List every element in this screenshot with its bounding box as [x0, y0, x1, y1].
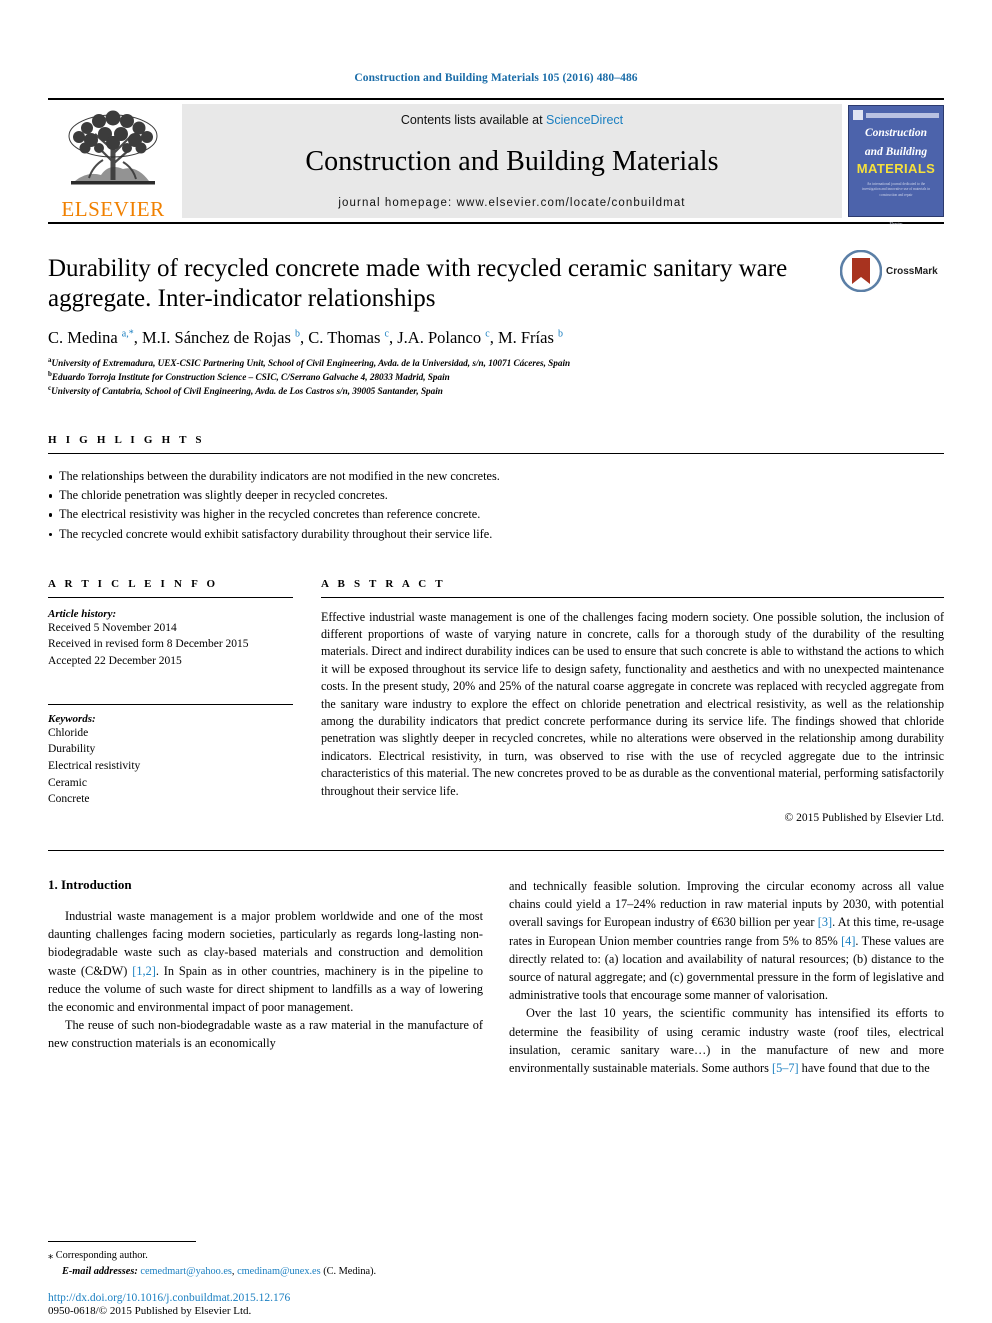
highlights-list: The relationships between the durability…: [48, 467, 944, 543]
list-item: The chloride penetration was slightly de…: [48, 486, 944, 505]
issn-copyright-line: 0950-0618/© 2015 Published by Elsevier L…: [48, 1305, 252, 1317]
keyword-item: Ceramic: [48, 776, 87, 789]
affiliation-list: aUniversity of Extremadura, UEX-CSIC Par…: [48, 356, 944, 398]
article-info-column: A R T I C L E I N F O Article history: R…: [48, 578, 293, 824]
affiliation-c-text: University of Cantabria, School of Civil…: [51, 386, 443, 397]
email-note: E-mail addresses: cemedmart@yahoo.es, cm…: [48, 1264, 480, 1279]
keywords-label: Keywords:: [48, 712, 96, 725]
email-owner: (C. Medina).: [323, 1265, 377, 1277]
title-block: CrossMark Durability of recycled concret…: [48, 249, 944, 398]
cover-topbar: [853, 110, 939, 120]
keywords-block: Keywords: Chloride Durability Electrical…: [48, 703, 293, 808]
paragraph: Industrial waste management is a major p…: [48, 909, 483, 1014]
keyword-item: Concrete: [48, 793, 90, 806]
list-item: The recycled concrete would exhibit sati…: [48, 525, 944, 544]
highlights-section: H I G H L I G H T S The relationships be…: [48, 434, 944, 543]
paper-page: Construction and Building Materials 105 …: [0, 0, 992, 1323]
doi-link[interactable]: http://dx.doi.org/10.1016/j.conbuildmat.…: [48, 1292, 290, 1304]
section-divider: [48, 850, 944, 852]
crossmark-logo-icon: [839, 249, 883, 293]
affiliation-b-text: Eduardo Torroja Institute for Constructi…: [51, 372, 450, 383]
cover-line-3: MATERIALS: [856, 160, 936, 176]
abstract-column: A B S T R A C T Effective industrial was…: [321, 578, 944, 824]
body-column-right: and technically feasible solution. Impro…: [509, 877, 944, 1077]
abstract-text: Effective industrial waste management is…: [321, 609, 944, 798]
journal-cover-image: Construction and Building MATERIALS An i…: [848, 105, 944, 226]
cover-line-2: and Building: [864, 146, 928, 159]
keyword-item: Electrical resistivity: [48, 759, 141, 772]
journal-homepage[interactable]: journal homepage: www.elsevier.com/locat…: [338, 197, 685, 209]
email-label: E-mail addresses:: [62, 1265, 138, 1277]
info-abstract-row: A R T I C L E I N F O Article history: R…: [48, 578, 944, 824]
sciencedirect-link[interactable]: ScienceDirect: [546, 113, 623, 127]
paragraph: and technically feasible solution. Impro…: [509, 879, 944, 1003]
corresponding-marker: ⁎: [48, 1250, 54, 1262]
article-history-accepted: Accepted 22 December 2015: [48, 654, 182, 667]
email-link-1[interactable]: cemedmart@yahoo.es: [140, 1266, 232, 1277]
highlights-divider: [48, 453, 944, 455]
highlights-heading: H I G H L I G H T S: [48, 434, 205, 447]
contents-available-line: Contents lists available at ScienceDirec…: [401, 113, 623, 127]
keyword-item: Chloride: [48, 726, 89, 739]
cover-line-1: Construction: [865, 127, 927, 139]
footnote-divider: [48, 1241, 196, 1243]
elsevier-logo: ELSEVIER: [48, 100, 178, 222]
article-history-label: Article history:: [48, 607, 117, 620]
cover-bar: [866, 112, 939, 118]
elsevier-wordmark: ELSEVIER: [61, 197, 165, 221]
journal-masthead: ELSEVIER Contents lists available at Sci…: [48, 98, 944, 226]
email-link-2[interactable]: cmedinam@unex.es: [237, 1266, 321, 1277]
list-item: The relationships between the durability…: [48, 467, 944, 486]
abstract-divider: [321, 596, 944, 598]
affiliation-a-text: University of Extremadura, UEX-CSIC Part…: [51, 358, 571, 369]
article-history-revised: Received in revised form 8 December 2015: [48, 638, 249, 651]
abstract-heading: A B S T R A C T: [321, 577, 446, 590]
article-info-divider: [48, 596, 293, 598]
keyword-item: Durability: [48, 743, 96, 756]
journal-title: Construction and Building Materials: [305, 146, 719, 177]
list-item: The electrical resistivity was higher in…: [48, 505, 944, 524]
body-column-left: 1. Introduction Industrial waste managem…: [48, 877, 483, 1077]
page-title: Durability of recycled concrete made wit…: [48, 255, 788, 312]
article-history-received: Received 5 November 2014: [48, 621, 177, 634]
affiliation-b: bEduardo Torroja Institute for Construct…: [48, 370, 944, 384]
introduction-heading: 1. Introduction: [48, 877, 132, 893]
doi-zone: http://dx.doi.org/10.1016/j.conbuildmat.…: [48, 1292, 290, 1317]
affiliation-a: aUniversity of Extremadura, UEX-CSIC Par…: [48, 356, 944, 370]
cover-footer: Elsevier: [889, 220, 903, 226]
keywords-divider: [48, 703, 293, 705]
corresponding-author-note: ⁎ Corresponding author.: [48, 1248, 480, 1263]
body-columns: 1. Introduction Industrial waste managem…: [48, 877, 944, 1077]
paragraph: The reuse of such non-biodegradable wast…: [48, 1018, 483, 1051]
crossmark-badge[interactable]: CrossMark: [839, 249, 944, 293]
masthead-center: Contents lists available at ScienceDirec…: [182, 104, 842, 218]
contents-prefix: Contents lists available at: [400, 113, 543, 127]
article-info-heading: A R T I C L E I N F O: [48, 577, 219, 590]
cover-blurb: An international journal dedicated to th…: [861, 181, 931, 197]
paragraph: Over the last 10 years, the scientific c…: [509, 1006, 944, 1075]
corresponding-text: Corresponding author.: [55, 1250, 148, 1262]
footnote-zone: ⁎ Corresponding author. E-mail addresses…: [48, 1241, 480, 1279]
affiliation-c: cUniversity of Cantabria, School of Civi…: [48, 384, 944, 398]
crossmark-label: CrossMark: [886, 265, 938, 277]
author-list: C. Medina a,*, M.I. Sánchez de Rojas b, …: [48, 328, 563, 347]
abstract-copyright: © 2015 Published by Elsevier Ltd.: [784, 812, 944, 825]
cover-publisher-mark-icon: [853, 110, 863, 120]
elsevier-tree-icon: [68, 110, 158, 185]
running-head: Construction and Building Materials 105 …: [354, 72, 638, 84]
